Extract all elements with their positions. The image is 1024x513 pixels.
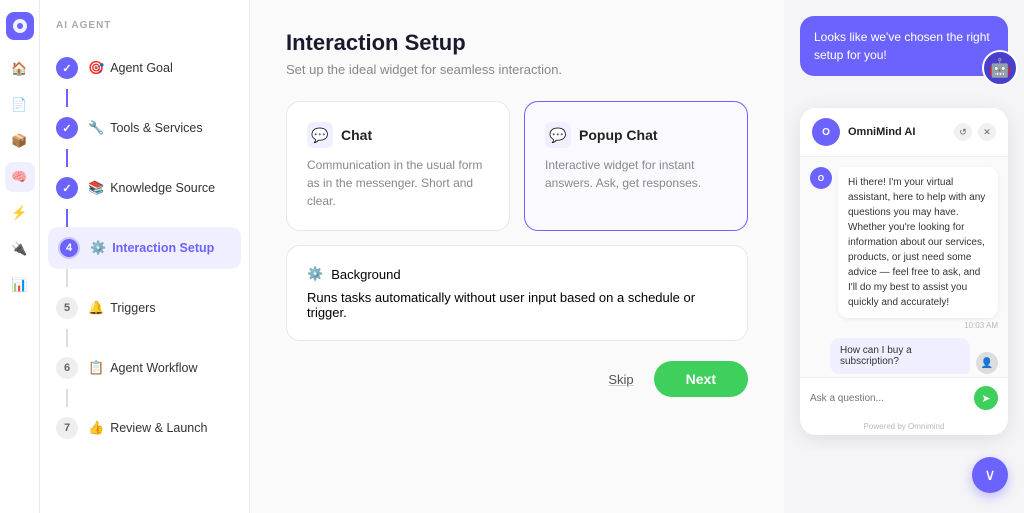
step-label-6: Agent Workflow bbox=[110, 361, 197, 375]
step-number-1: ✓ bbox=[56, 57, 78, 79]
chat-header-name: OmniMind AI bbox=[848, 126, 915, 138]
step-item-1[interactable]: ✓ 🎯 Agent Goal bbox=[40, 47, 249, 89]
step-connector-6 bbox=[66, 389, 68, 407]
nav-chart-icon[interactable]: 📊 bbox=[5, 270, 35, 300]
app-label: AI AGENT bbox=[40, 20, 249, 47]
chat-messages: O Hi there! I'm your virtual assistant, … bbox=[800, 157, 1008, 377]
nav-bolt-icon[interactable]: ⚡ bbox=[5, 198, 35, 228]
user-message-1: How can I buy a subscription? 👤 bbox=[810, 338, 998, 374]
skip-button[interactable]: Skip bbox=[608, 372, 633, 387]
fab-button[interactable]: ∨ bbox=[972, 457, 1008, 493]
step-number-5: 5 bbox=[56, 297, 78, 319]
step-item-7[interactable]: 7 👍 Review & Launch bbox=[40, 407, 249, 449]
bg-card-title: Background bbox=[331, 267, 400, 282]
chosen-bubble: Looks like we've chosen the right setup … bbox=[800, 16, 1008, 76]
chat-avatar: O bbox=[812, 118, 840, 146]
chosen-bubble-text: Looks like we've chosen the right setup … bbox=[814, 30, 990, 62]
powered-by: Powered by Omnimind bbox=[800, 418, 1008, 435]
user-avatar-1: 👤 bbox=[976, 352, 998, 374]
step-icon-4: ⚙️ bbox=[90, 240, 106, 256]
step-connector-1 bbox=[66, 89, 68, 107]
step-label-5: Triggers bbox=[110, 301, 155, 315]
options-grid: 💬 Chat Communication in the usual form a… bbox=[286, 101, 748, 231]
icon-sidebar: 🏠 📄 📦 🧠 ⚡ 🔌 📊 bbox=[0, 0, 40, 513]
step-item-6[interactable]: 6 📋 Agent Workflow bbox=[40, 347, 249, 389]
steps-sidebar: AI AGENT ✓ 🎯 Agent Goal ✓ 🔧 Tools & Serv… bbox=[40, 0, 250, 513]
brand-logo bbox=[6, 12, 34, 40]
chat-header-icons: ↺ ✕ bbox=[954, 123, 996, 141]
step-label-7: Review & Launch bbox=[110, 421, 207, 435]
card-header-popup: 💬 Popup Chat bbox=[545, 122, 727, 148]
step-connector-4 bbox=[66, 269, 68, 287]
popup-card-title: Popup Chat bbox=[579, 127, 658, 143]
step-item-2[interactable]: ✓ 🔧 Tools & Services bbox=[40, 107, 249, 149]
main-content: Interaction Setup Set up the ideal widge… bbox=[250, 0, 784, 513]
card-header-chat: 💬 Chat bbox=[307, 122, 489, 148]
option-card-background[interactable]: ⚙️ Background Runs tasks automatically w… bbox=[286, 245, 748, 341]
step-label-4: Interaction Setup bbox=[112, 241, 214, 255]
chat-widget-preview: O OmniMind AI ↺ ✕ O Hi there! I'm your v… bbox=[800, 108, 1008, 435]
step-icon-1: 🎯 bbox=[88, 60, 104, 76]
user-msg-bubble-1: How can I buy a subscription? bbox=[830, 338, 970, 374]
step-number-7: 7 bbox=[56, 417, 78, 439]
step-number-4: 4 bbox=[58, 237, 80, 259]
card-header-bg: ⚙️ Background bbox=[307, 266, 727, 282]
bottom-actions: Skip Next bbox=[286, 361, 748, 397]
step-item-3[interactable]: ✓ 📚 Knowledge Source bbox=[40, 167, 249, 209]
nav-brain-icon[interactable]: 🧠 bbox=[5, 162, 35, 192]
right-panel: Looks like we've chosen the right setup … bbox=[784, 0, 1024, 451]
step-item-4[interactable]: 4 ⚙️ Interaction Setup bbox=[48, 227, 241, 269]
bot-message-1: O Hi there! I'm your virtual assistant, … bbox=[810, 167, 998, 330]
chat-card-desc: Communication in the usual form as in th… bbox=[307, 156, 489, 210]
step-connector-3 bbox=[66, 209, 68, 227]
chat-refresh-icon[interactable]: ↺ bbox=[954, 123, 972, 141]
page-title: Interaction Setup bbox=[286, 30, 748, 56]
nav-plugin-icon[interactable]: 🔌 bbox=[5, 234, 35, 264]
step-icon-3: 📚 bbox=[88, 180, 104, 196]
step-number-2: ✓ bbox=[56, 117, 78, 139]
step-icon-6: 📋 bbox=[88, 360, 104, 376]
page-subtitle: Set up the ideal widget for seamless int… bbox=[286, 62, 748, 77]
step-connector-2 bbox=[66, 149, 68, 167]
bot-msg-bubble-1: Hi there! I'm your virtual assistant, he… bbox=[838, 167, 998, 318]
step-number-3: ✓ bbox=[56, 177, 78, 199]
option-card-chat[interactable]: 💬 Chat Communication in the usual form a… bbox=[286, 101, 510, 231]
bg-card-desc: Runs tasks automatically without user in… bbox=[307, 290, 727, 320]
bot-msg-time-1: 10:03 AM bbox=[838, 321, 998, 330]
bot-avatar-bubble: 🤖 bbox=[982, 50, 1018, 86]
step-item-5[interactable]: 5 🔔 Triggers bbox=[40, 287, 249, 329]
step-icon-5: 🔔 bbox=[88, 300, 104, 316]
chat-card-title: Chat bbox=[341, 127, 372, 143]
chat-input-area: ➤ bbox=[800, 377, 1008, 418]
right-panel-wrapper: Looks like we've chosen the right setup … bbox=[784, 0, 1024, 513]
nav-doc-icon[interactable]: 📄 bbox=[5, 90, 35, 120]
step-connector-5 bbox=[66, 329, 68, 347]
bg-card-icon: ⚙️ bbox=[307, 266, 323, 282]
chat-header: O OmniMind AI ↺ ✕ bbox=[800, 108, 1008, 157]
step-label-1: Agent Goal bbox=[110, 61, 173, 75]
nav-box-icon[interactable]: 📦 bbox=[5, 126, 35, 156]
bot-msg-avatar-1: O bbox=[810, 167, 832, 189]
nav-home-icon[interactable]: 🏠 bbox=[5, 54, 35, 84]
next-button[interactable]: Next bbox=[654, 361, 748, 397]
chat-close-icon[interactable]: ✕ bbox=[978, 123, 996, 141]
popup-card-icon: 💬 bbox=[545, 122, 571, 148]
chat-input-field[interactable] bbox=[810, 393, 968, 404]
chat-header-left: O OmniMind AI bbox=[812, 118, 915, 146]
popup-card-desc: Interactive widget for instant answers. … bbox=[545, 156, 727, 192]
step-label-3: Knowledge Source bbox=[110, 181, 215, 195]
option-card-popup[interactable]: 💬 Popup Chat Interactive widget for inst… bbox=[524, 101, 748, 231]
chat-send-button[interactable]: ➤ bbox=[974, 386, 998, 410]
step-icon-2: 🔧 bbox=[88, 120, 104, 136]
step-number-6: 6 bbox=[56, 357, 78, 379]
chat-card-icon: 💬 bbox=[307, 122, 333, 148]
step-icon-7: 👍 bbox=[88, 420, 104, 436]
step-label-2: Tools & Services bbox=[110, 121, 202, 135]
